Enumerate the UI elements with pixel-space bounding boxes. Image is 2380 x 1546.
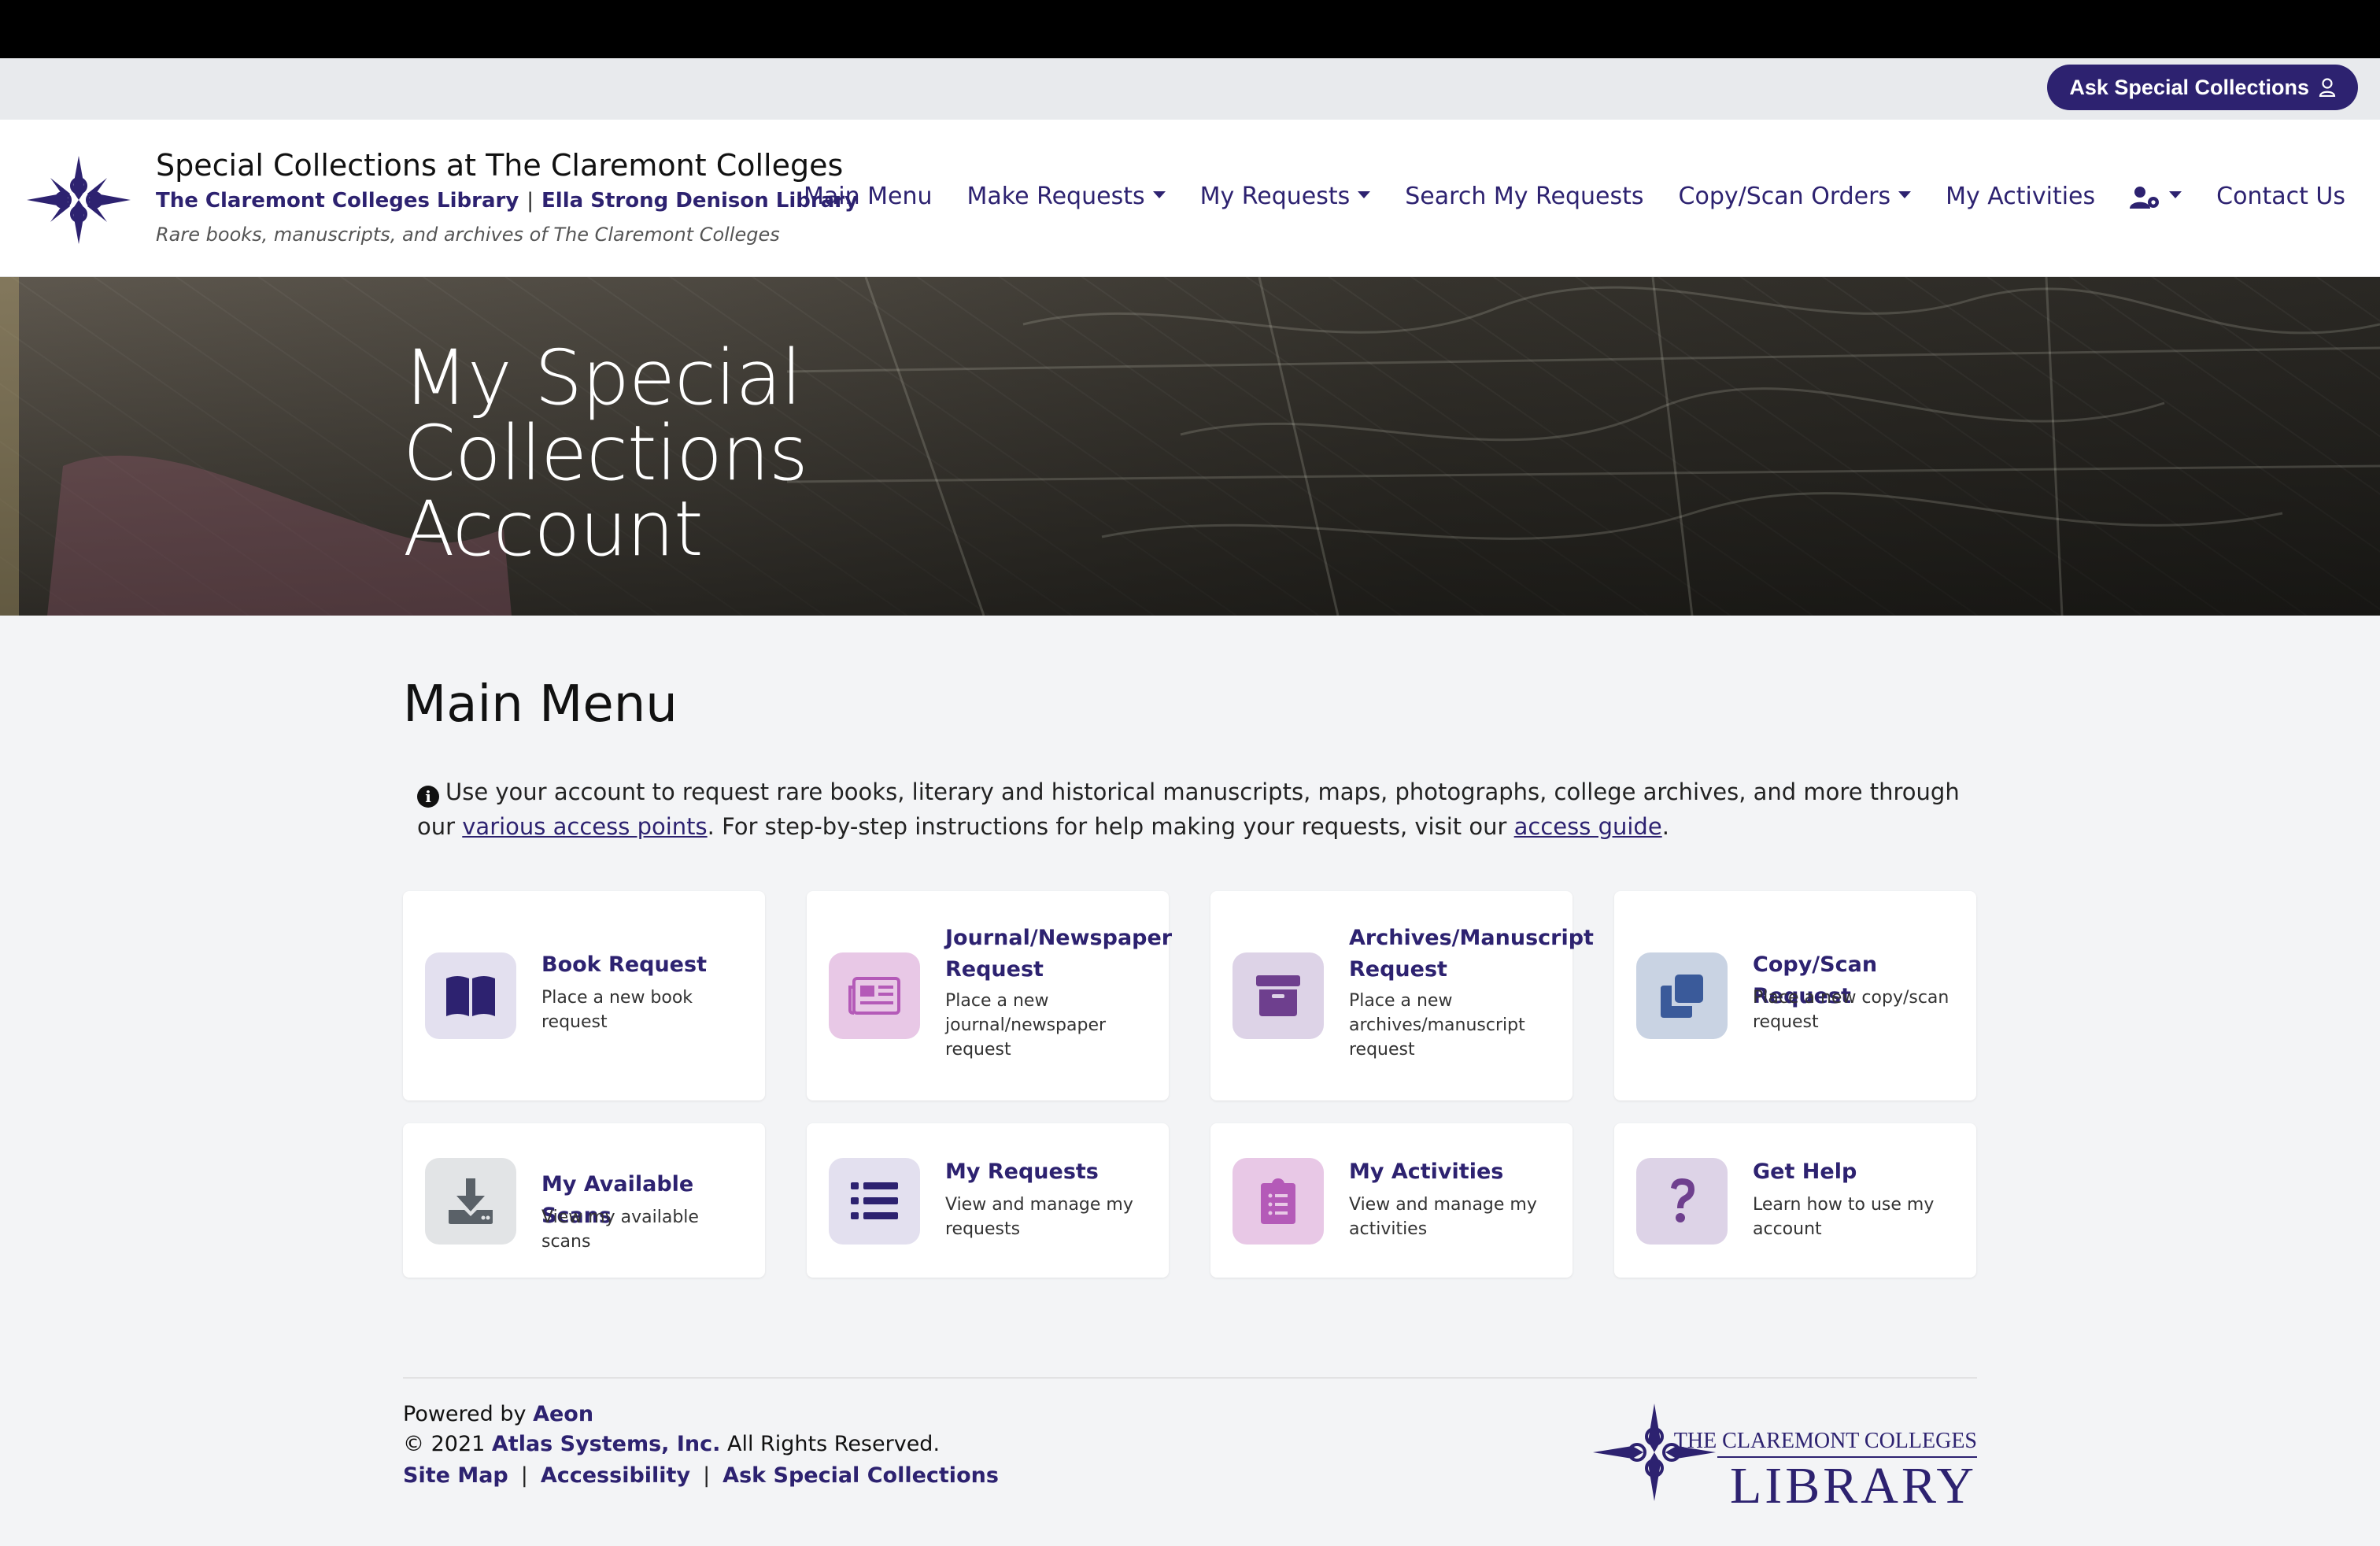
nav-contact-us[interactable]: Contact Us — [2216, 183, 2345, 210]
caret-down-icon — [1152, 191, 1166, 198]
atlas-systems-label: Atlas Systems, Inc. — [491, 1432, 721, 1456]
newspaper-icon — [848, 977, 900, 1015]
card-copy-scan-request[interactable]: Copy/Scan Request Place a new copy/scan … — [1614, 891, 1976, 1100]
hero-banner: My Special Collections Account — [0, 277, 2380, 616]
footer-links: Site Map | Accessibility | Ask Special Colle… — [403, 1463, 999, 1488]
card-tile — [425, 952, 516, 1039]
page-heading: Main Menu — [403, 675, 678, 734]
site-tagline: Rare books, manuscripts, and archives of… — [156, 224, 780, 246]
copyright: © 2021 Atlas Systems, Inc. All Rights Re… — [403, 1432, 940, 1456]
antique-map-background — [0, 277, 2380, 616]
ask-button-label: Ask Special Collections — [2069, 75, 2309, 99]
list-icon — [851, 1182, 898, 1219]
card-my-activities[interactable]: My Activities View and manage my activit… — [1210, 1123, 1572, 1278]
nav-search-my-requests[interactable]: Search My Requests — [1405, 183, 1643, 210]
hero-title-line-2: Collections — [403, 409, 808, 497]
card-tile — [829, 1158, 920, 1245]
aeon-link[interactable]: Aeon — [533, 1402, 593, 1426]
card-title: Journal/Newspaper Request — [945, 926, 1173, 982]
access-points-link[interactable]: various access points — [462, 813, 707, 840]
card-description: Place a new journal/newspaper request — [945, 991, 1107, 1060]
site-title[interactable]: Special Collections at The Claremont Col… — [156, 148, 843, 183]
card-description: View my available scans — [541, 1208, 699, 1252]
utility-bar: Ask Special Collections — [0, 58, 2380, 120]
card-title: My Requests — [945, 1160, 1099, 1184]
ask-special-collections-button[interactable]: Ask Special Collections — [2047, 65, 2358, 110]
intro-text-3: . — [1661, 813, 1669, 840]
question-icon — [1671, 1178, 1694, 1222]
card-book-request[interactable]: Book Request Place a new book request — [403, 891, 765, 1100]
main-navigation: Main Menu Make Requests My Requests Sear… — [804, 183, 2345, 210]
hero-title-line-1: My Special — [403, 334, 802, 422]
claremont-star-logo-icon[interactable] — [27, 156, 131, 244]
claremont-colleges-library-logo[interactable]: THE CLAREMONT COLLEGES LIBRARY — [1591, 1402, 1977, 1512]
library-links: The Claremont Colleges Library | Ella Stro… — [156, 189, 858, 213]
card-description: Learn how to use my account — [1753, 1195, 1935, 1239]
card-tile — [1232, 1158, 1324, 1245]
card-archives-manuscript-request[interactable]: Archives/Manuscript Request Place a new … — [1210, 891, 1594, 1100]
card-my-available-scans[interactable]: My Available Scans View my available sca… — [403, 1123, 765, 1278]
copy-icon — [1661, 975, 1703, 1018]
nav-my-activities[interactable]: My Activities — [1946, 183, 2095, 210]
card-description: View and manage my requests — [945, 1195, 1133, 1239]
footer-separator: | — [520, 1463, 528, 1488]
card-description: Place a new book request — [541, 988, 693, 1032]
user-cog-icon — [2130, 186, 2160, 209]
info-circle-icon: i — [417, 786, 439, 808]
nav-my-requests[interactable]: My Requests — [1200, 183, 1371, 210]
card-description: Place a new archives/manuscript request — [1349, 991, 1525, 1060]
card-my-requests[interactable]: My Requests View and manage my requests — [807, 1123, 1169, 1278]
card-tile — [1636, 1158, 1728, 1245]
site-map-link[interactable]: Site Map — [403, 1463, 508, 1488]
intro-text-2: . For step-by-step instructions for help… — [707, 813, 1514, 840]
card-title: Book Request — [541, 952, 707, 977]
copyright-prefix: © 2021 — [403, 1432, 486, 1456]
logo-line-2: LIBRARY — [1730, 1457, 1977, 1512]
accessibility-link[interactable]: Accessibility — [541, 1463, 690, 1488]
caret-down-icon — [1358, 191, 1371, 198]
card-tile — [829, 952, 920, 1039]
book-open-icon — [446, 976, 495, 1016]
card-get-help[interactable]: Get Help Learn how to use my account — [1614, 1123, 1976, 1278]
copyright-suffix: All Rights Reserved. — [726, 1432, 941, 1456]
nav-make-requests-label: Make Requests — [966, 183, 1145, 210]
nav-main-menu[interactable]: Main Menu — [804, 183, 933, 210]
nav-copy-scan-orders[interactable]: Copy/Scan Orders — [1679, 183, 1912, 210]
card-tile — [1636, 952, 1728, 1039]
download-icon — [449, 1178, 493, 1224]
access-guide-link[interactable]: access guide — [1514, 813, 1662, 840]
card-tile — [425, 1158, 516, 1245]
card-description: Place a new copy/scan request — [1753, 988, 1949, 1032]
nav-my-requests-label: My Requests — [1199, 183, 1351, 210]
archive-box-icon — [1256, 975, 1300, 1016]
caret-down-icon — [2169, 191, 2182, 198]
powered-by-prefix: Powered by — [403, 1402, 527, 1426]
card-title: Archives/Manuscript Request — [1349, 926, 1594, 982]
hero-title-line-3: Account — [403, 485, 704, 573]
caret-down-icon — [1898, 191, 1912, 198]
footer-separator: | — [703, 1463, 711, 1488]
card-title: Get Help — [1753, 1160, 1857, 1184]
nav-make-requests[interactable]: Make Requests — [967, 183, 1166, 210]
footer-ask-special-collections-link[interactable]: Ask Special Collections — [722, 1463, 999, 1488]
card-tile — [1232, 952, 1324, 1039]
nav-account-menu[interactable] — [2130, 183, 2182, 210]
link-separator: | — [527, 189, 534, 213]
card-journal-newspaper-request[interactable]: Journal/Newspaper Request Place a new jo… — [807, 891, 1173, 1100]
top-black-bar — [0, 0, 2380, 58]
card-description: View and manage my activities — [1349, 1195, 1537, 1239]
clipboard-list-icon — [1261, 1178, 1295, 1224]
person-outline-icon — [2319, 78, 2336, 97]
site-header: Special Collections at The Claremont Col… — [0, 120, 2380, 277]
aeon-link-label: Aeon — [533, 1402, 594, 1426]
claremont-colleges-library-link[interactable]: The Claremont Colleges Library — [156, 189, 519, 213]
intro-paragraph: i Use your account to request rare books,… — [417, 775, 1983, 844]
atlas-systems-link[interactable]: Atlas Systems, Inc. — [492, 1432, 720, 1456]
logo-line-1: THE CLAREMONT COLLEGES — [1674, 1429, 1977, 1453]
card-title: My Activities — [1349, 1160, 1504, 1184]
hero-title: My Special Collections Account — [403, 340, 808, 567]
nav-copy-scan-orders-label: Copy/Scan Orders — [1678, 183, 1891, 210]
powered-by: Powered by Aeon — [403, 1402, 593, 1426]
